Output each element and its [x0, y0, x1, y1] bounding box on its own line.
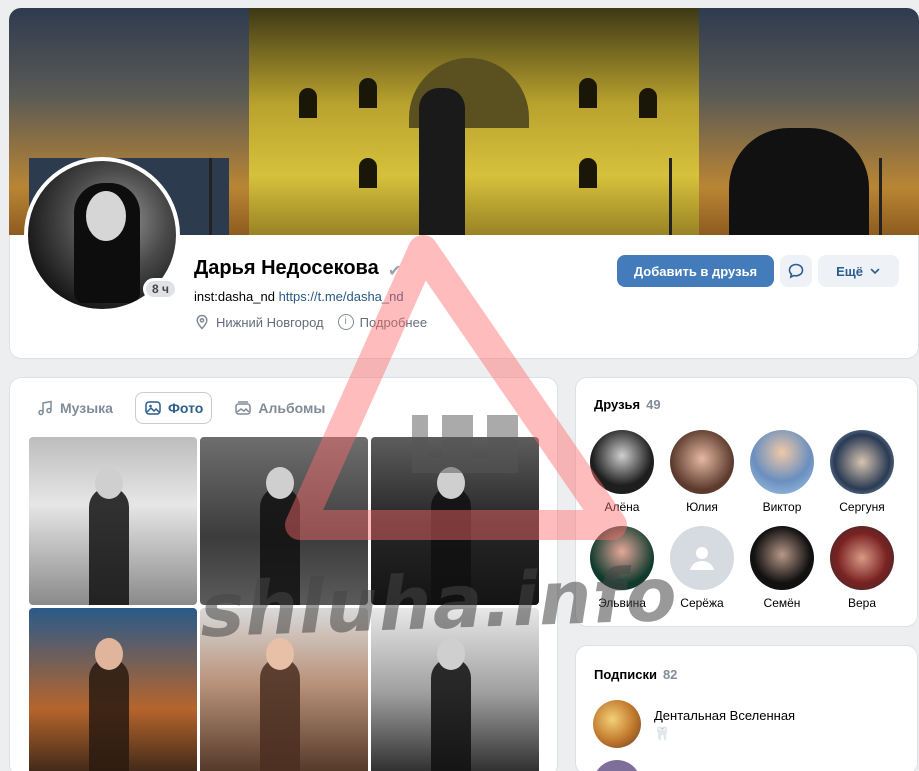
friend-item[interactable]: Вера — [827, 526, 897, 610]
tab-albums-label: Альбомы — [258, 400, 326, 416]
friend-name: Виктор — [762, 500, 802, 514]
subscriptions-title[interactable]: Подписки 82 — [594, 667, 677, 682]
info-icon: i — [337, 314, 354, 330]
avatar — [670, 430, 734, 494]
subscriptions-count: 82 — [662, 667, 678, 682]
chevron-down-icon — [870, 268, 880, 275]
status-link[interactable]: https://t.me/dasha_nd — [279, 289, 404, 304]
avatar — [750, 430, 814, 494]
profile-more-info[interactable]: i Подробнее — [337, 314, 428, 330]
music-note-icon — [38, 400, 52, 416]
photo-thumbnail[interactable] — [371, 437, 539, 605]
friend-item[interactable]: Серёжа — [667, 526, 737, 610]
tab-albums[interactable]: Альбомы — [226, 393, 333, 423]
photo-thumbnail[interactable] — [200, 437, 368, 605]
friend-item[interactable]: Юлия — [667, 430, 737, 514]
profile-city[interactable]: Нижний Новгород — [194, 314, 324, 330]
status-text: inst:dasha_nd — [194, 289, 275, 304]
tab-photos-label: Фото — [167, 400, 204, 416]
avatar — [830, 430, 894, 494]
photo-thumbnail[interactable] — [200, 608, 368, 771]
photo-thumbnail[interactable] — [29, 437, 197, 605]
more-info-label: Подробнее — [359, 314, 428, 330]
photo-thumbnail[interactable] — [29, 608, 197, 771]
subscriptions-title-label: Подписки — [594, 667, 657, 682]
friends-title[interactable]: Друзья 49 — [594, 397, 661, 412]
photo-grid — [29, 437, 539, 771]
avatar — [590, 430, 654, 494]
friend-name: Сергуня — [839, 500, 885, 514]
tab-music-label: Музыка — [60, 400, 113, 416]
friend-item[interactable]: Семён — [747, 526, 817, 610]
friends-count: 49 — [646, 397, 661, 412]
friend-name: Эльвина — [598, 596, 646, 610]
default-user-icon — [690, 547, 714, 570]
friend-name: Серёжа — [680, 596, 724, 610]
avatar — [830, 526, 894, 590]
friend-item[interactable]: Алёна — [587, 430, 657, 514]
city-label: Нижний Новгород — [216, 314, 324, 330]
message-button[interactable] — [780, 255, 812, 287]
avatar[interactable] — [593, 700, 641, 748]
friend-item[interactable]: Эльвина — [587, 526, 657, 610]
friends-title-label: Друзья — [594, 397, 641, 412]
avatar — [670, 526, 734, 590]
tab-music[interactable]: Музыка — [28, 393, 121, 423]
friend-name: Юлия — [686, 500, 718, 514]
photo-thumbnail[interactable] — [371, 608, 539, 771]
avatar — [590, 526, 654, 590]
chat-bubble-icon — [788, 263, 804, 279]
media-tabs: Музыка Фото Альбомы — [28, 392, 333, 424]
tooth-emoji: 🦷 — [654, 726, 671, 741]
cover-statue — [419, 88, 465, 238]
more-button[interactable]: Ещё — [818, 255, 899, 287]
profile-meta: Нижний Новгород i Подробнее — [194, 314, 427, 330]
friend-name: Вера — [847, 596, 877, 610]
profile-status: inst:dasha_nd https://t.me/dasha_nd — [194, 289, 404, 304]
cover-cathedral — [249, 8, 699, 238]
avatar — [750, 526, 814, 590]
friend-name: Семён — [763, 596, 801, 610]
more-label: Ещё — [836, 263, 863, 279]
tab-photos[interactable]: Фото — [134, 392, 213, 424]
subscription-name[interactable]: Дентальная Вселенная — [654, 708, 795, 723]
friend-name: Алёна — [604, 500, 640, 514]
add-friend-button[interactable]: Добавить в друзья — [617, 255, 774, 287]
image-icon — [145, 401, 161, 415]
friend-item[interactable]: Виктор — [747, 430, 817, 514]
cover-trees — [729, 128, 869, 238]
last-seen-badge: 8 ч — [143, 278, 178, 300]
albums-icon — [235, 401, 252, 415]
location-pin-icon — [196, 314, 208, 330]
profile-name: Дарья Недосекова — [194, 257, 379, 279]
verified-check-icon: ✔ — [388, 263, 402, 280]
friend-item[interactable]: Сергуня — [827, 430, 897, 514]
